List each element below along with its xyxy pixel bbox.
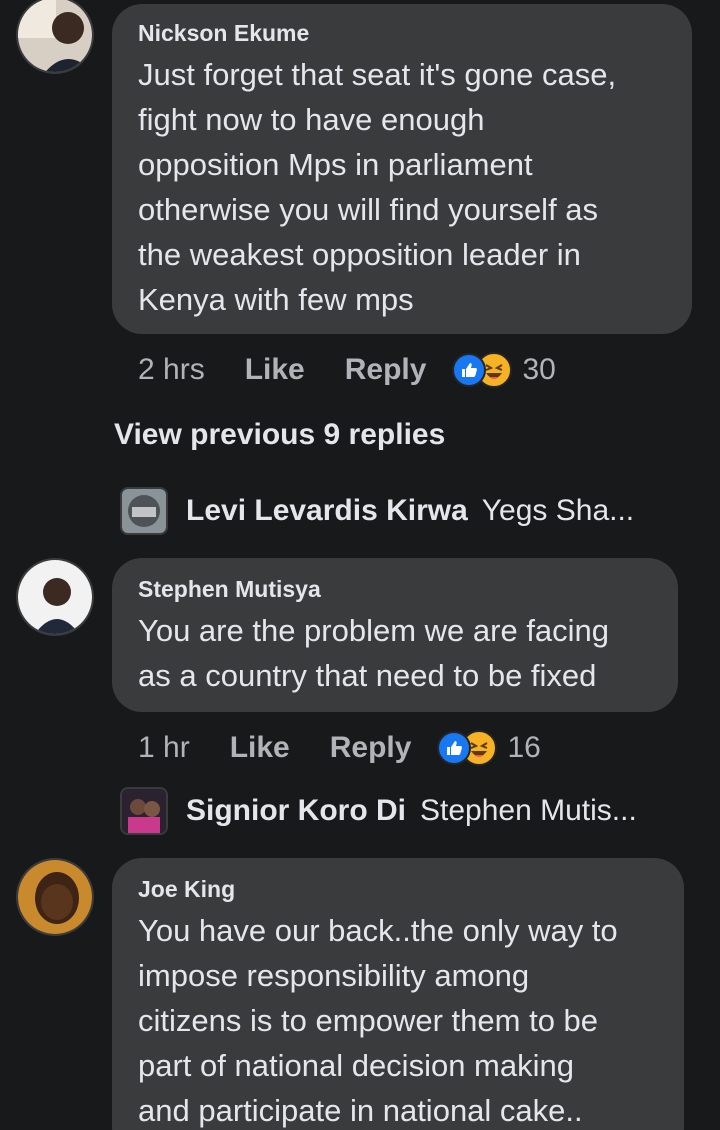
- avatar-stephen-mutisya[interactable]: [16, 558, 94, 636]
- profile-photo: [122, 789, 166, 833]
- profile-photo: [18, 560, 92, 634]
- profile-photo: [18, 860, 92, 934]
- comment-author[interactable]: Stephen Mutisya: [138, 574, 652, 604]
- avatar-levi-levardis-kirwa[interactable]: [120, 487, 168, 535]
- reply-button[interactable]: Reply: [330, 731, 412, 765]
- view-previous-replies-link[interactable]: View previous 9 replies: [114, 418, 445, 452]
- avatar-signior-koro-di[interactable]: [120, 787, 168, 835]
- reply-author[interactable]: Signior Koro Di: [186, 794, 406, 828]
- profile-photo: [122, 489, 166, 533]
- reply-preview[interactable]: Levi Levardis Kirwa Yegs Sha...: [120, 485, 634, 537]
- reply-snippet: Stephen Mutis...: [420, 794, 637, 827]
- profile-photo: [18, 0, 92, 72]
- comment-author[interactable]: Nickson Ekume: [138, 18, 666, 48]
- comment-text: Just forget that seat it's gone case, fi…: [138, 57, 617, 317]
- like-button[interactable]: Like: [245, 353, 305, 387]
- reactions-summary[interactable]: 30: [452, 352, 556, 388]
- reply-snippet: Yegs Sha...: [481, 494, 635, 527]
- comment-text: You have our back..the only way to impos…: [138, 913, 618, 1128]
- reaction-count: 16: [507, 731, 541, 764]
- comment-bubble[interactable]: Joe King You have our back..the only way…: [112, 858, 684, 1130]
- comment-author[interactable]: Joe King: [138, 874, 658, 904]
- comment-bubble[interactable]: Nickson Ekume Just forget that seat it's…: [112, 4, 692, 334]
- avatar-nickson-ekume[interactable]: [16, 0, 94, 74]
- reaction-count: 30: [522, 353, 556, 386]
- comment-actions: 2 hrs Like Reply 30: [138, 350, 556, 390]
- reply-button[interactable]: Reply: [345, 353, 427, 387]
- comment-actions: 1 hr Like Reply 16: [138, 728, 541, 768]
- reply-author[interactable]: Levi Levardis Kirwa: [186, 494, 468, 528]
- comment-bubble[interactable]: Stephen Mutisya You are the problem we a…: [112, 558, 678, 712]
- like-button[interactable]: Like: [230, 731, 290, 765]
- comment-timestamp[interactable]: 2 hrs: [138, 353, 205, 387]
- reply-preview[interactable]: Signior Koro Di Stephen Mutis...: [120, 785, 637, 837]
- avatar-joe-king[interactable]: [16, 858, 94, 936]
- comment-timestamp[interactable]: 1 hr: [138, 731, 190, 765]
- reactions-summary[interactable]: 16: [437, 730, 541, 766]
- comments-thread: Nickson Ekume Just forget that seat it's…: [0, 0, 720, 1130]
- comment-text: You are the problem we are facing as a c…: [138, 613, 610, 693]
